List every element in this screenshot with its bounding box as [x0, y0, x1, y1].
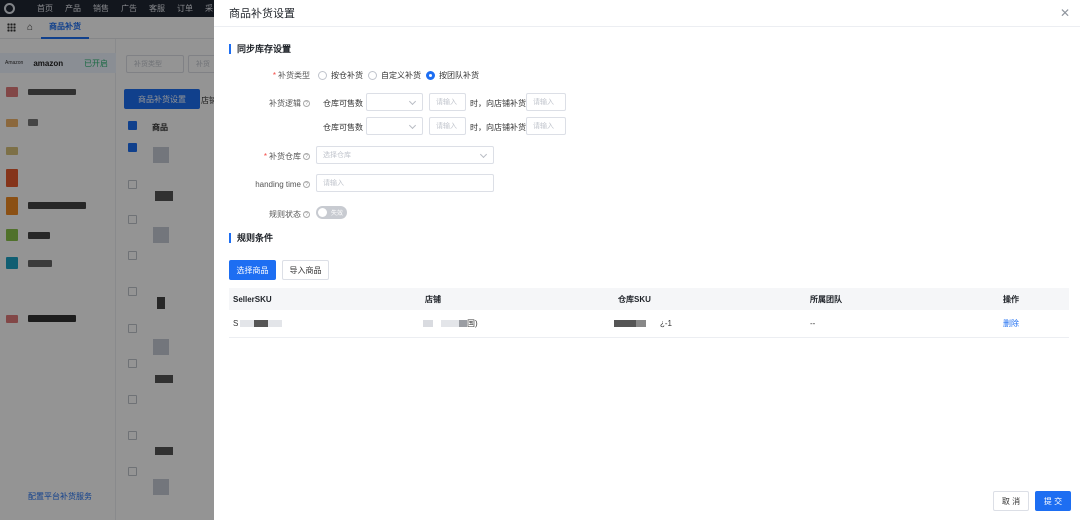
- warehouse-label: * 补货仓库?: [214, 151, 310, 162]
- logic-row1-operator-select[interactable]: [366, 93, 423, 111]
- col-action: 操作: [1003, 294, 1019, 304]
- cell-store: 国): [421, 318, 614, 329]
- logic-row1-label: 仓库可售数: [323, 99, 363, 108]
- cell-seller-sku: S: [229, 319, 421, 328]
- rule-status-label: 规则状态?: [214, 209, 310, 220]
- logic-row2-threshold-input[interactable]: 请输入: [429, 117, 466, 135]
- logic-row2-mid-text: 时，向店铺补货: [470, 123, 526, 132]
- logic-row1-mid-text: 时，向店铺补货: [470, 99, 526, 108]
- warehouse-select[interactable]: 选择仓库: [316, 146, 494, 164]
- logic-row2-qty-input[interactable]: 请输入: [526, 117, 566, 135]
- col-team: 所属团队: [810, 294, 842, 304]
- logic-row1-threshold-input[interactable]: 请输入: [429, 93, 466, 111]
- help-icon: ?: [303, 181, 310, 188]
- import-goods-button[interactable]: 导入商品: [282, 260, 329, 280]
- rule-goods-table: SellerSKU 店铺 仓库SKU 所属团队 操作 S 国) ¿-1 -- 删…: [229, 288, 1069, 338]
- select-goods-button[interactable]: 选择商品: [229, 260, 276, 280]
- col-store: 店铺: [425, 294, 441, 304]
- radio-circle-icon: [368, 71, 377, 80]
- chevron-down-icon: [408, 97, 417, 106]
- cell-warehouse-sku: ¿-1: [614, 319, 806, 328]
- delete-link[interactable]: 删除: [1003, 319, 1019, 328]
- toggle-knob: [318, 208, 327, 217]
- help-icon: ?: [303, 100, 310, 107]
- radio-custom[interactable]: 自定义补货: [368, 70, 421, 81]
- section-rule-conditions: 规则条件: [229, 233, 273, 243]
- modal-overlay[interactable]: [0, 0, 214, 520]
- rule-status-toggle[interactable]: 失效: [316, 206, 347, 219]
- close-icon[interactable]: ✕: [1060, 6, 1070, 20]
- radio-by-team[interactable]: 按团队补货: [426, 70, 479, 81]
- replenish-settings-drawer: 商品补货设置 ✕ 同步库存设置 * 补货类型 按仓补货 自定义补货 按团队补货 补…: [214, 0, 1080, 520]
- handing-time-input[interactable]: 请输入: [316, 174, 494, 192]
- col-seller-sku: SellerSKU: [233, 294, 272, 304]
- logic-row1-qty-input[interactable]: 请输入: [526, 93, 566, 111]
- handing-time-label: handing time?: [214, 180, 310, 189]
- help-icon: ?: [303, 211, 310, 218]
- drawer-header: 商品补货设置: [214, 0, 1080, 27]
- radio-checked-icon: [426, 71, 435, 80]
- col-warehouse-sku: 仓库SKU: [618, 294, 651, 304]
- radio-by-warehouse[interactable]: 按仓补货: [318, 70, 363, 81]
- replenish-logic-label: 补货逻辑?: [214, 98, 310, 109]
- chevron-down-icon: [479, 150, 488, 159]
- drawer-title: 商品补货设置: [229, 8, 295, 20]
- cell-team: --: [810, 319, 816, 328]
- submit-button[interactable]: 提 交: [1035, 491, 1071, 511]
- section-sync-stock: 同步库存设置: [229, 44, 291, 54]
- logic-row2-operator-select[interactable]: [366, 117, 423, 135]
- help-icon: ?: [303, 153, 310, 160]
- radio-circle-icon: [318, 71, 327, 80]
- logic-row2-label: 仓库可售数: [323, 123, 363, 132]
- chevron-down-icon: [408, 121, 417, 130]
- replenish-type-label: * 补货类型: [272, 71, 310, 80]
- toggle-label: 失效: [330, 211, 343, 217]
- table-row: S 国) ¿-1 -- 删除: [229, 310, 1069, 338]
- table-header: SellerSKU 店铺 仓库SKU 所属团队 操作: [229, 288, 1069, 310]
- cancel-button[interactable]: 取 消: [993, 491, 1029, 511]
